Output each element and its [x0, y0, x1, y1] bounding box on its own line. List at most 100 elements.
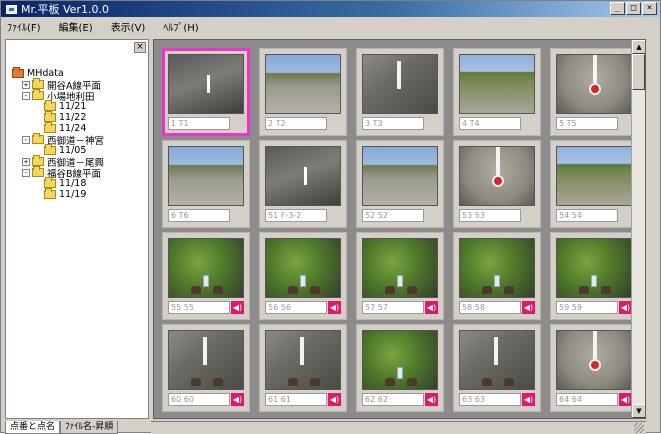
photo-thumbnail[interactable] — [362, 330, 438, 390]
scroll-thumb[interactable] — [632, 54, 645, 90]
thumbnail-caption[interactable]: 64 64 — [556, 393, 618, 406]
photo-thumbnail[interactable] — [556, 330, 632, 390]
menu-view[interactable]: 表示(V) — [109, 19, 148, 34]
photo-thumbnail[interactable] — [265, 54, 341, 114]
thumbnail-caption[interactable]: 57 57 — [362, 301, 424, 314]
speaker-icon[interactable]: ◀) — [231, 393, 244, 406]
thumbnail-tile[interactable]: 55 55 ◀) — [162, 232, 250, 320]
thumbnail-tile[interactable]: 64 64 ◀) — [550, 324, 638, 412]
survey-point-marker — [589, 359, 601, 371]
resize-grip-icon[interactable] — [634, 423, 644, 433]
scroll-down-button[interactable]: ▼ — [632, 404, 645, 418]
photo-thumbnail[interactable] — [168, 146, 244, 206]
speaker-icon[interactable]: ◀) — [231, 301, 244, 314]
thumbnail-tile[interactable]: 4 T4 — [453, 48, 541, 136]
speaker-icon[interactable]: ◀) — [522, 301, 535, 314]
photo-thumbnail[interactable] — [459, 330, 535, 390]
photo-thumbnail[interactable] — [556, 146, 632, 206]
thumbnail-caption[interactable]: 55 55 — [168, 301, 230, 314]
thumbnail-caption[interactable]: 6 T6 — [168, 209, 230, 222]
photo-thumbnail[interactable] — [556, 238, 632, 298]
expand-icon[interactable]: + — [22, 80, 30, 89]
speaker-icon[interactable]: ◀) — [328, 301, 341, 314]
vertical-scrollbar[interactable]: ▲ ▼ — [631, 40, 645, 418]
thumbnail-tile[interactable]: 58 58 ◀) — [453, 232, 541, 320]
thumbnail-caption[interactable]: 51 F-3-2 — [265, 209, 327, 222]
tree-node[interactable]: 11/21 — [12, 100, 104, 112]
photo-thumbnail[interactable] — [168, 238, 244, 298]
maximize-button[interactable]: □ — [626, 2, 641, 15]
shoe — [191, 286, 201, 294]
photo-thumbnail[interactable] — [265, 330, 341, 390]
close-button[interactable]: × — [642, 2, 657, 15]
thumbnail-tile[interactable]: 63 63 ◀) — [453, 324, 541, 412]
photo-thumbnail[interactable] — [265, 238, 341, 298]
thumbnail-caption[interactable]: 59 59 — [556, 301, 618, 314]
tree-node[interactable]: 11/19 — [12, 188, 104, 200]
thumbnail-tile[interactable]: 62 62 ◀) — [356, 324, 444, 412]
thumbnail-caption[interactable]: 54 54 — [556, 209, 618, 222]
thumbnail-caption[interactable]: 52 52 — [362, 209, 424, 222]
menu-help[interactable]: ﾍﾙﾌﾟ(H) — [161, 19, 200, 34]
photo-thumbnail[interactable] — [459, 146, 535, 206]
thumbnail-caption[interactable]: 61 61 — [265, 393, 327, 406]
thumbnail-tile[interactable]: 54 54 — [550, 140, 638, 228]
photo-thumbnail[interactable] — [362, 146, 438, 206]
photo-thumbnail[interactable] — [168, 54, 244, 114]
collapse-icon[interactable]: - — [22, 168, 30, 177]
menu-file[interactable]: ﾌｧｲﾙ(F) — [5, 19, 43, 34]
tree-node[interactable]: 11/22 — [12, 111, 104, 123]
thumbnail-caption[interactable]: 5 T5 — [556, 117, 618, 130]
photo-thumbnail[interactable] — [362, 238, 438, 298]
speaker-icon[interactable]: ◀) — [425, 301, 438, 314]
thumbnail-tile[interactable]: 3 T3 — [356, 48, 444, 136]
menu-edit[interactable]: 編集(E) — [57, 19, 95, 34]
minimize-button[interactable]: _ — [610, 2, 625, 15]
tree-node[interactable]: - 福谷B線平面 — [12, 166, 104, 180]
photo-thumbnail[interactable] — [459, 238, 535, 298]
status-bar — [151, 421, 646, 434]
speaker-icon[interactable]: ◀) — [522, 393, 535, 406]
thumbnail-caption[interactable]: 62 62 — [362, 393, 424, 406]
shoe — [213, 286, 223, 294]
thumbnail-caption[interactable]: 53 53 — [459, 209, 521, 222]
thumbnail-caption[interactable]: 2 T2 — [265, 117, 327, 130]
thumbnail-caption[interactable]: 4 T4 — [459, 117, 521, 130]
panel-close-icon[interactable]: × — [134, 42, 146, 53]
thumbnail-tile[interactable]: 5 T5 — [550, 48, 638, 136]
thumbnail-tile[interactable]: 59 59 ◀) — [550, 232, 638, 320]
scroll-up-button[interactable]: ▲ — [632, 40, 645, 54]
tree-node[interactable]: - 小場地利田 — [12, 89, 104, 103]
thumbnail-tile[interactable]: 60 60 ◀) — [162, 324, 250, 412]
thumbnail-tile[interactable]: 51 F-3-2 — [259, 140, 347, 228]
thumbnail-tile[interactable]: 52 52 — [356, 140, 444, 228]
speaker-icon[interactable]: ◀) — [328, 393, 341, 406]
photo-thumbnail[interactable] — [459, 54, 535, 114]
photo-thumbnail[interactable] — [265, 146, 341, 206]
collapse-icon[interactable]: - — [22, 91, 30, 100]
speaker-icon[interactable]: ◀) — [425, 393, 438, 406]
thumbnail-caption[interactable]: 63 63 — [459, 393, 521, 406]
title-bar[interactable]: Mr.平板 Ver1.0.0 _ □ × — [1, 1, 660, 17]
photo-thumbnail[interactable] — [362, 54, 438, 114]
thumbnail-tile[interactable]: 61 61 ◀) — [259, 324, 347, 412]
tab-filename-asc[interactable]: ﾌｧｲﾙ名-昇順 — [60, 421, 119, 434]
thumbnail-tile[interactable]: 57 57 ◀) — [356, 232, 444, 320]
photo-thumbnail[interactable] — [168, 330, 244, 390]
thumbnail-tile[interactable]: 1 T1 — [162, 48, 250, 136]
tree-node[interactable]: - 西御道－神宮 — [12, 133, 104, 147]
thumbnail-caption[interactable]: 58 58 — [459, 301, 521, 314]
thumbnail-tile[interactable]: 53 53 — [453, 140, 541, 228]
tab-point-number[interactable]: 点番と点名 — [5, 421, 61, 434]
photo-thumbnail[interactable] — [556, 54, 632, 114]
thumbnail-caption[interactable]: 1 T1 — [168, 117, 230, 130]
thumbnail-tile[interactable]: 6 T6 — [162, 140, 250, 228]
thumbnail-caption[interactable]: 60 60 — [168, 393, 230, 406]
thumbnail-tile[interactable]: 2 T2 — [259, 48, 347, 136]
expand-icon[interactable]: + — [22, 157, 30, 166]
tree-node[interactable]: 11/18 — [12, 177, 104, 189]
thumbnail-caption[interactable]: 3 T3 — [362, 117, 424, 130]
thumbnail-caption[interactable]: 56 56 — [265, 301, 327, 314]
thumbnail-tile[interactable]: 56 56 ◀) — [259, 232, 347, 320]
collapse-icon[interactable]: - — [22, 135, 30, 144]
